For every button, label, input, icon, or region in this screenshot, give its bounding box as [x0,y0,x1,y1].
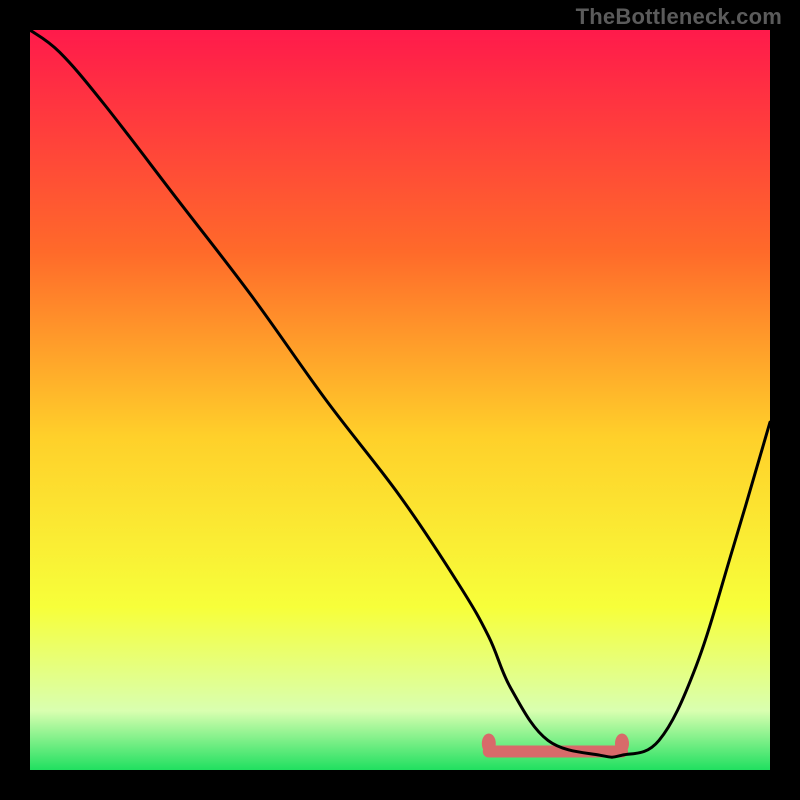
chart-frame: TheBottleneck.com [0,0,800,800]
bottleneck-chart [30,30,770,770]
watermark-text: TheBottleneck.com [576,4,782,30]
plot-area [30,30,770,770]
gradient-background [30,30,770,770]
